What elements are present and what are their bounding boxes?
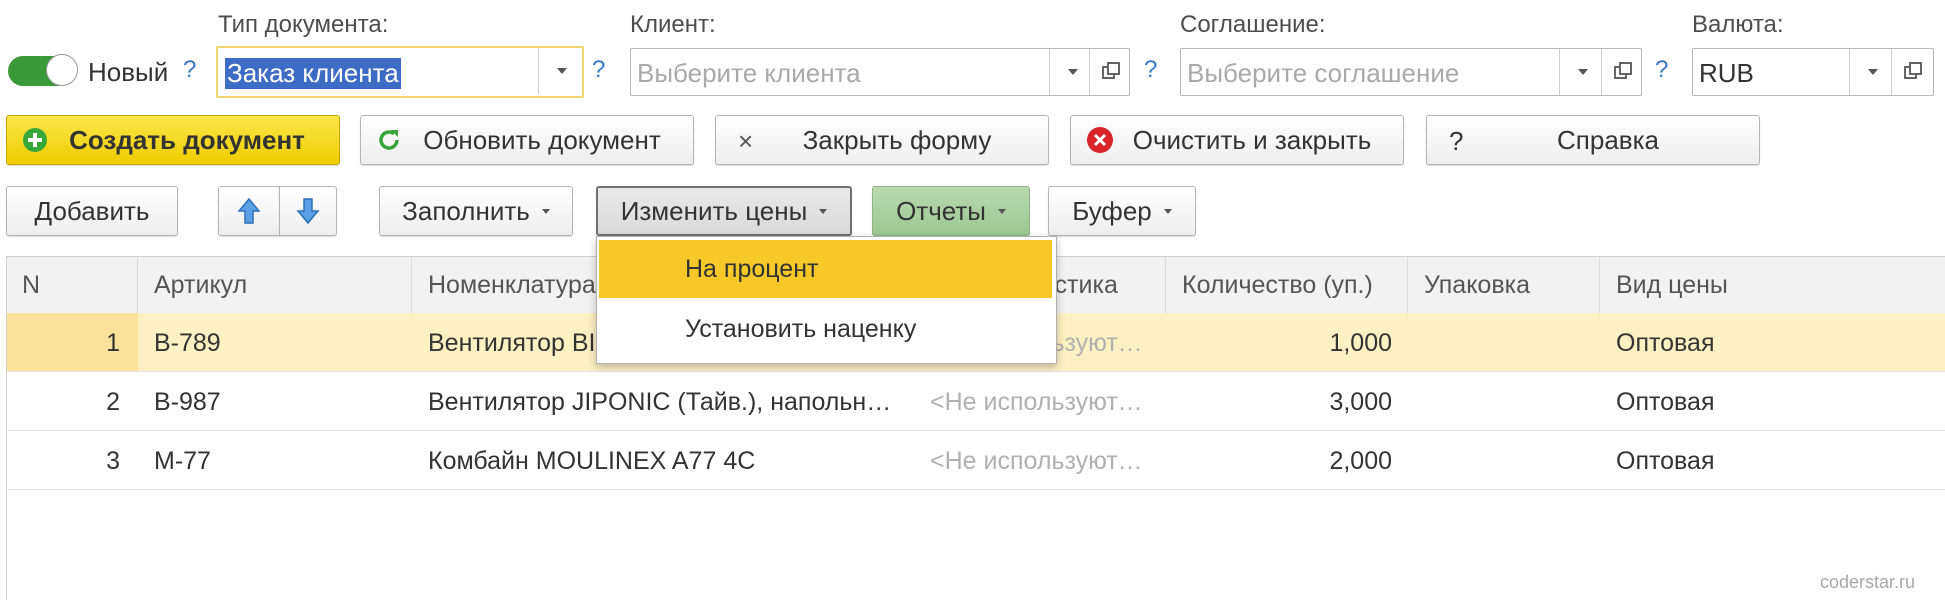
doc-type-field[interactable]: Заказ клиента — [216, 46, 584, 98]
clear-close-button[interactable]: Очистить и закрыть — [1070, 115, 1404, 165]
row-characteristic: <Не используются> — [930, 447, 1152, 475]
agreement-field[interactable]: Выберите соглашение — [1180, 48, 1642, 96]
row-number: 1 — [106, 329, 120, 357]
row-characteristic: <Не используются> — [930, 388, 1152, 416]
menu-item-set-markup[interactable]: Установить наценку — [599, 300, 1052, 358]
move-up-button[interactable] — [218, 186, 280, 236]
new-help-icon[interactable]: ? — [183, 56, 196, 84]
doc-type-dropdown-icon[interactable] — [538, 48, 583, 94]
refresh-document-button[interactable]: Обновить документ — [360, 115, 694, 165]
help-button[interactable]: ? Справка — [1426, 115, 1760, 165]
agreement-help-icon[interactable]: ? — [1655, 56, 1668, 84]
doc-type-value: Заказ клиента — [225, 58, 401, 89]
help-label: Справка — [1557, 124, 1659, 155]
toggle-knob — [46, 54, 78, 86]
buffer-button[interactable]: Буфер — [1048, 186, 1196, 236]
client-open-icon[interactable] — [1089, 49, 1132, 95]
row-price-type: Оптовая — [1616, 447, 1715, 475]
currency-field[interactable]: RUB — [1692, 48, 1934, 96]
agreement-label: Соглашение: — [1180, 11, 1326, 38]
column-header[interactable]: Количество (уп.) — [1166, 257, 1408, 313]
chevron-down-icon — [997, 208, 1006, 214]
fill-label: Заполнить — [402, 195, 530, 226]
currency-open-icon[interactable] — [1891, 49, 1934, 95]
add-label: Добавить — [34, 195, 150, 226]
close-form-label: Закрыть форму — [802, 124, 992, 155]
agreement-placeholder: Выберите соглашение — [1187, 58, 1460, 88]
row-price-type: Оптовая — [1616, 329, 1715, 357]
table-left-border — [6, 256, 7, 600]
plus-circle-icon — [23, 128, 47, 152]
chevron-down-icon — [819, 208, 828, 214]
row-number: 3 — [106, 447, 120, 475]
row-article: M-77 — [154, 447, 211, 475]
currency-dropdown-icon[interactable] — [1849, 49, 1894, 95]
cancel-circle-icon — [1087, 127, 1113, 153]
change-prices-label: Изменить цены — [620, 195, 808, 226]
row-price-type: Оптовая — [1616, 388, 1715, 416]
doc-type-label: Тип документа: — [218, 11, 389, 38]
currency-label: Валюта: — [1692, 11, 1784, 38]
reports-button[interactable]: Отчеты — [872, 186, 1030, 236]
buffer-label: Буфер — [1072, 195, 1152, 226]
change-prices-button[interactable]: Изменить цены — [596, 186, 852, 236]
menu-item-by-percent[interactable]: На процент — [599, 240, 1052, 298]
chevron-down-icon — [1163, 208, 1172, 214]
arrow-up-icon — [237, 197, 261, 224]
refresh-document-label: Обновить документ — [423, 124, 661, 155]
client-placeholder: Выберите клиента — [637, 58, 861, 88]
column-header[interactable]: Упаковка — [1408, 257, 1600, 313]
agreement-open-icon[interactable] — [1601, 49, 1644, 95]
new-label: Новый — [88, 57, 169, 87]
chevron-down-icon — [541, 208, 550, 214]
close-icon: × — [738, 126, 754, 156]
table-row[interactable]: 2 B-987 Вентилятор JIPONIC (Тайв.), напо… — [6, 372, 1945, 431]
column-header[interactable]: Вид цены — [1600, 257, 1945, 313]
client-dropdown-icon[interactable] — [1049, 49, 1094, 95]
column-header[interactable]: Артикул — [138, 257, 412, 313]
create-document-label: Создать документ — [69, 124, 305, 155]
column-header[interactable]: N — [6, 257, 138, 313]
clear-close-label: Очистить и закрыть — [1132, 124, 1372, 155]
row-qty: 3,000 — [1329, 388, 1392, 416]
row-qty: 1,000 — [1329, 329, 1392, 357]
help-icon: ? — [1449, 126, 1464, 156]
create-document-button[interactable]: Создать документ — [6, 115, 340, 165]
refresh-icon — [379, 130, 399, 150]
watermark: coderstar.ru — [1820, 572, 1916, 592]
fill-button[interactable]: Заполнить — [379, 186, 573, 236]
row-item: Комбайн MOULINEX A77 4C — [428, 447, 756, 475]
client-label: Клиент: — [630, 11, 716, 38]
add-button[interactable]: Добавить — [6, 186, 178, 236]
close-form-button[interactable]: × Закрыть форму — [715, 115, 1049, 165]
row-qty: 2,000 — [1329, 447, 1392, 475]
new-toggle[interactable] — [8, 54, 78, 86]
row-article: B-789 — [154, 329, 221, 357]
arrow-down-icon — [296, 198, 320, 225]
reports-label: Отчеты — [896, 195, 986, 226]
row-number: 2 — [106, 388, 120, 416]
client-field[interactable]: Выберите клиента — [630, 48, 1130, 96]
doc-type-help-icon[interactable]: ? — [592, 56, 605, 84]
change-prices-menu: На процент Установить наценку — [596, 236, 1057, 364]
currency-value: RUB — [1699, 58, 1754, 88]
row-item: Вентилятор JIPONIC (Тайв.), напольный — [428, 388, 898, 416]
move-down-button[interactable] — [279, 186, 337, 236]
row-article: B-987 — [154, 388, 221, 416]
agreement-dropdown-icon[interactable] — [1559, 49, 1604, 95]
table-row[interactable]: 3 M-77 Комбайн MOULINEX A77 4C <Не испол… — [6, 431, 1945, 490]
client-help-icon[interactable]: ? — [1144, 56, 1157, 84]
